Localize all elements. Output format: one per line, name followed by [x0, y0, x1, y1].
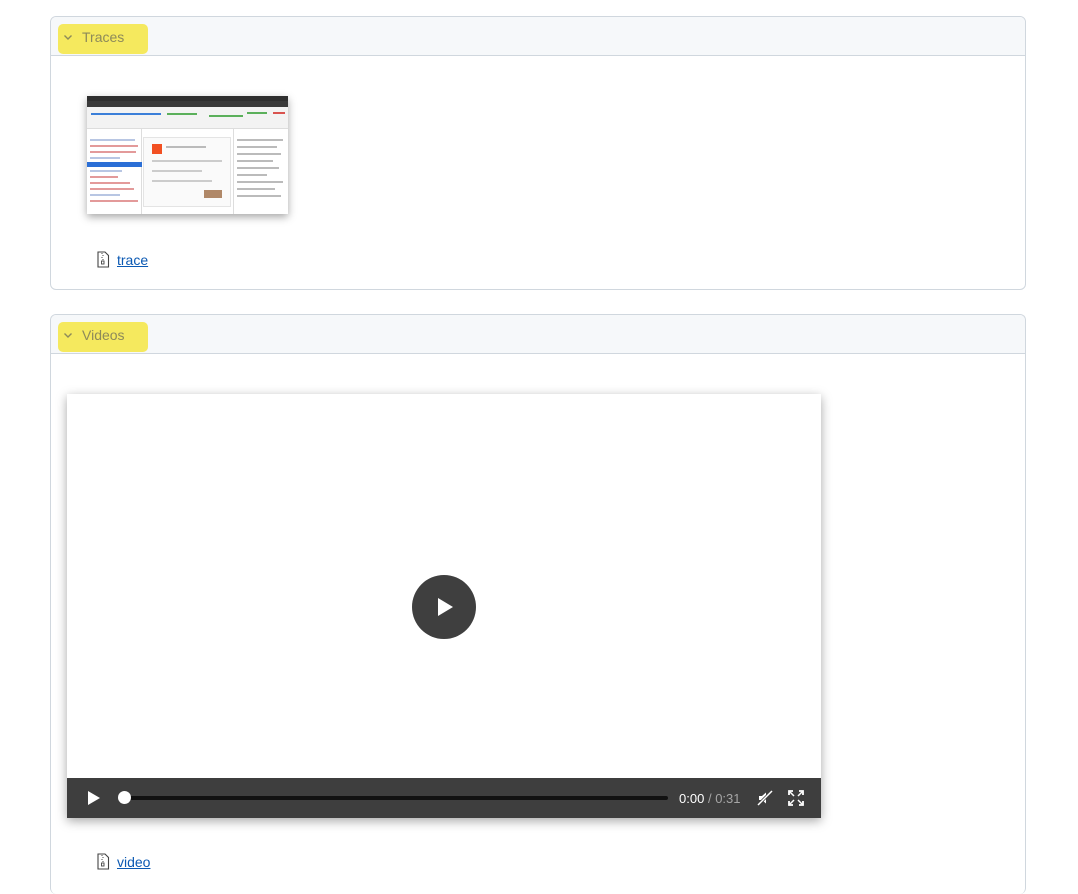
time-display: 0:00 / 0:31: [679, 791, 741, 806]
traces-section-header[interactable]: Traces: [51, 17, 1025, 56]
play-button[interactable]: [412, 575, 476, 639]
current-time: 0:00: [679, 790, 705, 806]
zip-file-icon: [96, 251, 110, 268]
traces-section: Traces trace: [50, 16, 1026, 290]
video-controls: 0:00 / 0:31: [67, 778, 821, 818]
play-control-button[interactable]: [84, 788, 104, 808]
seek-bar[interactable]: [118, 791, 668, 804]
traces-title: Traces: [82, 28, 125, 45]
time-separator: /: [707, 790, 712, 806]
play-icon: [438, 598, 453, 616]
duration: 0:31: [715, 790, 741, 806]
videos-section: Videos 0:00 / 0:31 video: [50, 314, 1026, 894]
seek-handle[interactable]: [118, 791, 131, 804]
chevron-down-icon[interactable]: [61, 30, 75, 44]
video-player[interactable]: 0:00 / 0:31: [67, 394, 821, 818]
play-icon: [88, 791, 100, 805]
video-link[interactable]: video: [96, 853, 150, 870]
videos-section-header[interactable]: Videos: [51, 315, 1025, 354]
fullscreen-icon: [787, 790, 804, 806]
trace-link[interactable]: trace: [96, 251, 148, 268]
fullscreen-button[interactable]: [786, 788, 806, 808]
mute-button[interactable]: [755, 788, 775, 808]
trace-link-label[interactable]: trace: [117, 252, 148, 268]
videos-title: Videos: [82, 326, 125, 343]
trace-thumbnail[interactable]: [87, 96, 288, 214]
zip-file-icon: [96, 853, 110, 870]
chevron-down-icon[interactable]: [61, 328, 75, 342]
muted-speaker-icon: [756, 789, 773, 807]
video-link-label[interactable]: video: [117, 854, 150, 870]
